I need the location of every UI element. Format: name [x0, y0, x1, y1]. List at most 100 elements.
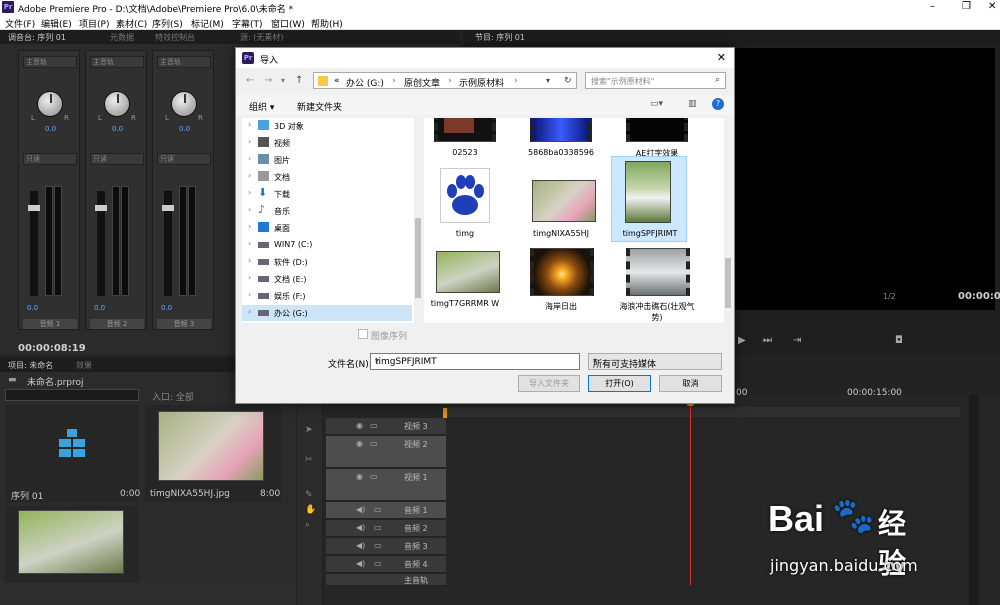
lock-icon[interactable]: ▭: [374, 559, 382, 568]
time-ruler[interactable]: [444, 407, 960, 417]
track-audio-2[interactable]: ◀) ▭ 音频 2: [326, 520, 446, 537]
channel-output-select[interactable]: 主音轨: [157, 56, 211, 68]
timeline-scrollbar[interactable]: [969, 395, 979, 605]
tree-item-desktop[interactable]: › 桌面: [242, 220, 412, 236]
speaker-icon[interactable]: ◀): [356, 505, 365, 514]
tree-item-drive-g[interactable]: › 办公 (G:): [242, 305, 412, 321]
work-area-marker[interactable]: [443, 408, 447, 418]
file-item-selected[interactable]: timgSPFJRIMT: [611, 156, 687, 242]
close-icon[interactable]: ✕: [717, 51, 726, 64]
minimize-icon[interactable]: –: [930, 1, 935, 12]
organize-menu[interactable]: 组织 ▾: [249, 100, 274, 113]
entry-filter[interactable]: 入口: 全部: [152, 390, 194, 403]
pan-knob[interactable]: [171, 91, 197, 117]
tree-item-pictures[interactable]: › 图片: [242, 152, 412, 168]
menu-file[interactable]: 文件(F): [5, 17, 35, 30]
track-audio-4[interactable]: ◀) ▭ 音频 4: [326, 556, 446, 573]
track-audio-3[interactable]: ◀) ▭ 音频 3: [326, 538, 446, 555]
tree-item-drive-e[interactable]: › 文档 (E:): [242, 271, 412, 287]
grid-scrollbar[interactable]: [724, 118, 732, 323]
menu-sequence[interactable]: 序列(S): [152, 17, 183, 30]
file-item[interactable]: timgNIXA55HJ: [520, 168, 602, 244]
import-folder-button[interactable]: 导入文件夹: [518, 375, 580, 392]
automation-select[interactable]: 只读: [90, 153, 144, 165]
selection-tool-icon[interactable]: ➤: [305, 425, 313, 435]
tree-item-drive-f[interactable]: › 娱乐 (F:): [242, 288, 412, 304]
open-button[interactable]: 打开(O): [588, 375, 651, 392]
forward-icon[interactable]: →: [264, 75, 272, 86]
shuttle-icon[interactable]: ⇥: [793, 335, 801, 346]
volume-fader[interactable]: [95, 191, 107, 296]
channel-output-select[interactable]: 主音轨: [90, 56, 144, 68]
chevron-down-icon[interactable]: ▾: [375, 356, 576, 365]
lock-icon[interactable]: ▭: [374, 505, 382, 514]
cancel-button[interactable]: 取消: [659, 375, 722, 392]
eye-icon[interactable]: ◉: [356, 472, 363, 481]
up-icon[interactable]: ↑: [295, 75, 303, 86]
chevron-down-icon[interactable]: ▾: [546, 76, 550, 85]
breadcrumb-folder[interactable]: 示例原材料: [459, 76, 504, 89]
fader-handle[interactable]: [28, 205, 40, 211]
tree-item-3d-objects[interactable]: › 3D 对象: [242, 118, 412, 134]
lock-icon[interactable]: ▭: [370, 421, 378, 430]
menu-title[interactable]: 字幕(T): [232, 17, 263, 30]
project-item-image[interactable]: [5, 506, 139, 586]
tree-item-music[interactable]: › ♪ 音乐: [242, 203, 412, 219]
project-item-sequence[interactable]: 序列 01 0:00: [5, 405, 140, 502]
hand-tool-icon[interactable]: ✋: [305, 505, 316, 515]
playhead[interactable]: [690, 400, 691, 585]
menu-clip[interactable]: 素材(C): [116, 17, 147, 30]
fader-handle[interactable]: [162, 205, 174, 211]
tree-item-downloads[interactable]: › ⬇ 下载: [242, 186, 412, 202]
fader-handle[interactable]: [95, 205, 107, 211]
track-video-2[interactable]: ◉ ▭ 视频 2: [326, 436, 446, 468]
tab-effects[interactable]: 效果: [76, 360, 92, 371]
pan-knob[interactable]: [104, 91, 130, 117]
new-folder-button[interactable]: 新建文件夹: [297, 100, 342, 113]
track-video-1[interactable]: ◉ ▭ 视频 1: [326, 469, 446, 501]
tree-item-drive-c[interactable]: › WIN7 (C:): [242, 237, 412, 253]
speaker-icon[interactable]: ◀): [356, 541, 365, 550]
breadcrumb-drive[interactable]: 办公 (G:): [346, 76, 384, 89]
menu-project[interactable]: 项目(P): [79, 17, 109, 30]
project-item-image[interactable]: timgNIXA55HJ.jpg 8:00: [145, 405, 281, 502]
image-sequence-checkbox[interactable]: [358, 329, 368, 339]
menu-window[interactable]: 窗口(W): [271, 17, 305, 30]
camera-icon[interactable]: ◘: [895, 335, 903, 346]
file-item[interactable]: timgT7GRRMR W: [424, 248, 506, 323]
lock-icon[interactable]: ▭: [374, 541, 382, 550]
recent-chevron-icon[interactable]: ▾: [281, 76, 285, 85]
address-bar[interactable]: « 办公 (G:) › 原创文章 › 示例原材料 › ▾ ↻: [313, 72, 577, 89]
speaker-icon[interactable]: ◀): [356, 523, 365, 532]
pan-knob[interactable]: [37, 91, 63, 117]
view-options-icon[interactable]: ▭▾: [650, 99, 663, 109]
file-item[interactable]: 5868ba0338596: [520, 118, 602, 166]
automation-select[interactable]: 只读: [23, 153, 77, 165]
pen-tool-icon[interactable]: ✎: [305, 490, 313, 500]
tree-item-drive-d[interactable]: › 软件 (D:): [242, 254, 412, 270]
lock-icon[interactable]: ▭: [370, 472, 378, 481]
tree-scrollbar[interactable]: [414, 118, 422, 323]
lock-icon[interactable]: ▭: [374, 523, 382, 532]
tab-source[interactable]: 源: (无素材): [240, 32, 283, 43]
eye-icon[interactable]: ◉: [356, 421, 363, 430]
zoom-tool-icon[interactable]: ⌕: [305, 520, 310, 530]
filetype-select[interactable]: 所有可支持媒体 ▾: [588, 353, 722, 370]
breadcrumb-folder[interactable]: 原创文章: [404, 76, 440, 89]
automation-select[interactable]: 只读: [157, 153, 211, 165]
eye-icon[interactable]: ◉: [356, 439, 363, 448]
track-audio-1[interactable]: ◀) ▭ 音频 1: [326, 502, 446, 519]
tab-project[interactable]: 项目: 未命名: [8, 360, 53, 371]
tab-program[interactable]: 节目: 序列 01: [475, 32, 525, 43]
tab-effect-controls[interactable]: 特效控制台: [155, 32, 195, 43]
refresh-icon[interactable]: ↻: [564, 76, 572, 86]
file-item[interactable]: 02523: [424, 118, 506, 166]
lock-icon[interactable]: ▭: [370, 439, 378, 448]
help-icon[interactable]: ?: [712, 98, 724, 110]
tree-item-documents[interactable]: › 文档: [242, 169, 412, 185]
file-item[interactable]: timg: [424, 168, 506, 244]
zoom-select[interactable]: 1/2: [883, 292, 896, 301]
search-input[interactable]: 搜索"示例原材料" ⌕: [585, 72, 726, 89]
close-icon[interactable]: ✕: [988, 1, 996, 12]
step-forward-icon[interactable]: ⏭: [763, 335, 772, 346]
